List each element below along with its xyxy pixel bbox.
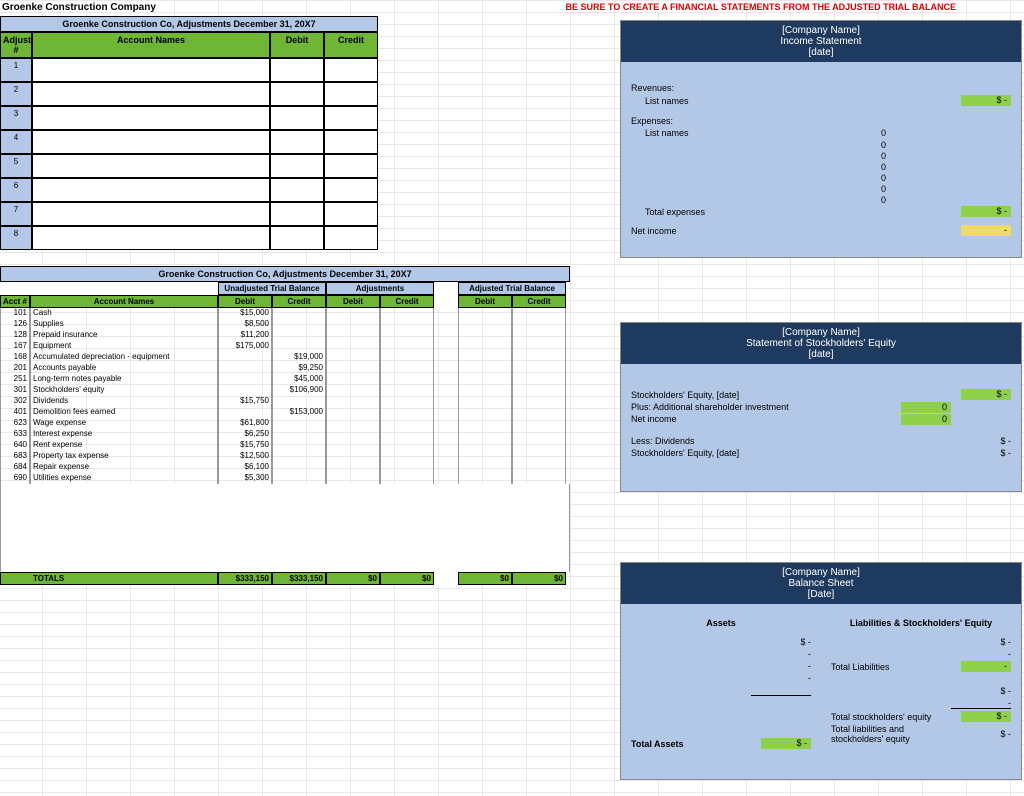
tb-account-row[interactable]: 633Interest expense$6,250 [0, 429, 570, 440]
tb-account-row[interactable]: 684Repair expense$6,100 [0, 462, 570, 473]
bs-assets-col: Assets $ - - - - Total Assets$ - [631, 608, 811, 750]
income-statement: [Company Name] Income Statement [date] R… [620, 20, 1022, 258]
hdr-credit: Credit [324, 32, 378, 58]
is-expenses: Expenses: [631, 115, 1011, 127]
col-debit1: Debit [218, 295, 272, 308]
totals-uc: $333,150 [272, 572, 326, 585]
adj-row[interactable]: 4 [0, 130, 378, 154]
col-name: Account Names [30, 295, 218, 308]
balance-sheet: [Company Name] Balance Sheet [Date] Asse… [620, 562, 1022, 780]
is-exp-zero: 0 [631, 161, 1011, 172]
warning-text: BE SURE TO CREATE A FINANCIAL STATEMENTS… [565, 2, 956, 12]
sse-net-income: Net income0 [631, 413, 1011, 425]
tb-account-row[interactable]: 168Accumulated depreciation - equipment$… [0, 352, 570, 363]
col-acct: Acct # [0, 295, 30, 308]
tb-account-row[interactable]: 128Prepaid insurance$11,200 [0, 330, 570, 341]
adj-row[interactable]: 6 [0, 178, 378, 202]
tb-account-row[interactable]: 640Rent expense$15,750 [0, 440, 570, 451]
stockholders-equity-statement: [Company Name] Statement of Stockholders… [620, 322, 1022, 492]
sse-plus-investment: Plus: Additional shareholder investment0 [631, 401, 1011, 413]
bs-assets-hdr: Assets [631, 618, 811, 628]
tb-subheader: Unadjusted Trial Balance Adjustments Adj… [0, 282, 570, 295]
adj-row[interactable]: 5 [0, 154, 378, 178]
bs-tlse: Total liabilities and stockholders' equi… [831, 723, 1011, 745]
tb-account-row[interactable]: 301Stockholders' equity$106,900 [0, 385, 570, 396]
adj-row[interactable]: 2 [0, 82, 378, 106]
totals-label: TOTALS [0, 572, 218, 585]
adj-header-row: Adjust # Account Names Debit Credit [0, 32, 378, 58]
bs-total-assets: Total Assets$ - [631, 737, 811, 750]
sub-adj: Adjustments [326, 282, 434, 295]
tb-column-header: Acct # Account Names Debit Credit Debit … [0, 295, 570, 308]
bs-tse: Total stockholders' equity$ - [831, 710, 1011, 723]
sse-beg-equity: Stockholders' Equity, [date]$ - [631, 388, 1011, 401]
is-exp-list: List names0 [631, 127, 1011, 139]
tb-account-row[interactable]: 167Equipment$175,000 [0, 341, 570, 352]
is-exp-zero: 0 [631, 139, 1011, 150]
is-total-exp: Total expenses$ - [631, 205, 1011, 218]
sse-end-equity: Stockholders' Equity, [date]$ - [631, 447, 1011, 459]
bs-liab-hdr: Liabilities & Stockholders' Equity [831, 618, 1011, 628]
tb-account-row[interactable]: 401Demolition fees earned$153,000 [0, 407, 570, 418]
hdr-adjust-num: Adjust # [0, 32, 32, 58]
is-title: [Company Name] Income Statement [date] [621, 21, 1021, 62]
tb-account-row[interactable]: 101Cash$15,000 [0, 308, 570, 319]
is-exp-zero: 0 [631, 172, 1011, 183]
col-debit3: Debit [458, 295, 512, 308]
is-net-income: Net income- [631, 224, 1011, 237]
is-rev-list: List names$ - [631, 94, 1011, 107]
tb-account-row[interactable]: 251Long-term notes payable$45,000 [0, 374, 570, 385]
adj-row[interactable]: 3 [0, 106, 378, 130]
adj-row[interactable]: 7 [0, 202, 378, 226]
totals-td: $0 [458, 572, 512, 585]
bs-liab-col: Liabilities & Stockholders' Equity $ - -… [831, 608, 1011, 750]
sub-atb: Adjusted Trial Balance [458, 282, 566, 295]
col-credit1: Credit [272, 295, 326, 308]
totals-ud: $333,150 [218, 572, 272, 585]
totals-ad: $0 [326, 572, 380, 585]
is-exp-zero: 0 [631, 183, 1011, 194]
adjustments-table: Groenke Construction Co, Adjustments Dec… [0, 16, 378, 250]
page-title: Groenke Construction Company [2, 2, 156, 13]
hdr-account: Account Names [32, 32, 270, 58]
is-exp-zero: 0 [631, 194, 1011, 205]
adj-row[interactable]: 8 [0, 226, 378, 250]
adj-row[interactable]: 1 [0, 58, 378, 82]
sub-utb: Unadjusted Trial Balance [218, 282, 326, 295]
totals-ac: $0 [380, 572, 434, 585]
tb-account-row[interactable]: 690Utilities expense$5,300 [0, 473, 570, 484]
col-credit3: Credit [512, 295, 566, 308]
tb-account-row[interactable]: 126Supplies$8,500 [0, 319, 570, 330]
col-debit2: Debit [326, 295, 380, 308]
tb-account-row[interactable]: 302Dividends$15,750 [0, 396, 570, 407]
tb-title: Groenke Construction Co, Adjustments Dec… [0, 266, 570, 282]
tb-account-row[interactable]: 623Wage expense$61,800 [0, 418, 570, 429]
bs-title: [Company Name] Balance Sheet [Date] [621, 563, 1021, 604]
tb-totals-row: TOTALS $333,150 $333,150 $0 $0 $0 $0 [0, 572, 570, 585]
is-exp-zero: 0 [631, 150, 1011, 161]
totals-tc: $0 [512, 572, 566, 585]
adj-title: Groenke Construction Co, Adjustments Dec… [0, 16, 378, 32]
bs-total-liab: Total Liabilities- [831, 660, 1011, 673]
is-revenues: Revenues: [631, 82, 1011, 94]
tb-account-row[interactable]: 683Property tax expense$12,500 [0, 451, 570, 462]
sse-title: [Company Name] Statement of Stockholders… [621, 323, 1021, 364]
tb-account-row[interactable]: 201Accounts payable$9,250 [0, 363, 570, 374]
hdr-debit: Debit [270, 32, 324, 58]
sse-less-div: Less: Dividends$ - [631, 435, 1011, 447]
trial-balance-table: Groenke Construction Co, Adjustments Dec… [0, 266, 570, 585]
col-credit2: Credit [380, 295, 434, 308]
